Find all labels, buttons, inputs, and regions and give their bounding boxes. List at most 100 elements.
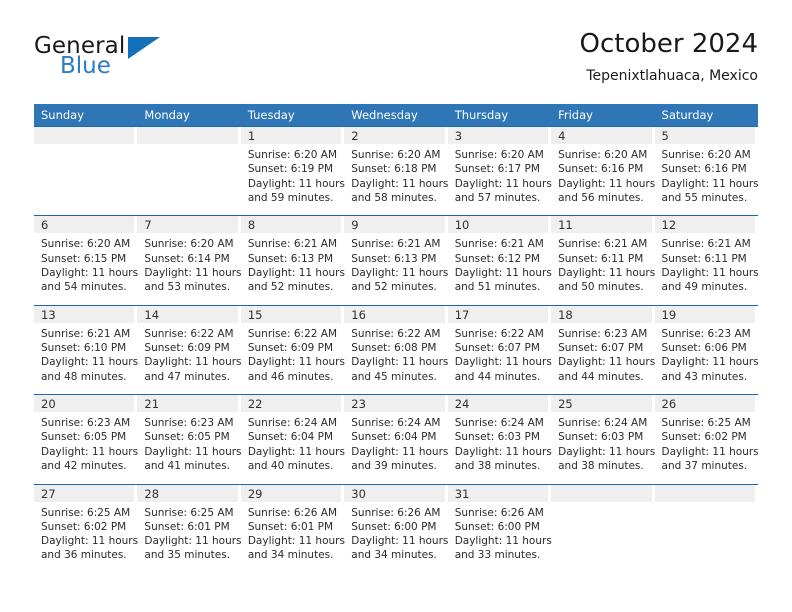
day-detail-line: and 44 minutes. xyxy=(454,370,541,383)
day-detail-line: Sunset: 6:16 PM xyxy=(558,163,644,176)
day-detail-line: Sunrise: 6:22 AM xyxy=(351,327,441,340)
day-cell-14[interactable]: 14 Sunrise: 6:22 AM Sunset: 6:09 PM Dayligh… xyxy=(137,305,242,384)
page-subtitle: Tepenixtlahuaca, Mexico xyxy=(586,68,758,84)
day-detail-line: Sunset: 6:02 PM xyxy=(41,520,127,533)
day-number: 6 xyxy=(41,218,49,233)
day-cell-10[interactable]: 10 Sunrise: 6:21 AM Sunset: 6:12 PM Dayligh… xyxy=(447,216,552,294)
day-detail-line: and 59 minutes. xyxy=(247,191,334,204)
day-cell-20[interactable]: 20 Sunrise: 6:23 AM Sunset: 6:05 PM Dayligh… xyxy=(34,395,139,473)
day-cell-18[interactable]: 18 Sunrise: 6:23 AM Sunset: 6:07 PM Dayligh… xyxy=(551,305,656,384)
day-details: Sunrise: 6:24 AM Sunset: 6:04 PM Daylight:… xyxy=(344,412,449,473)
day-detail-line: Sunset: 6:09 PM xyxy=(144,342,230,355)
day-detail-line: Sunset: 6:01 PM xyxy=(144,520,230,533)
day-cell-2[interactable]: 2 Sunrise: 6:20 AM Sunset: 6:18 PM Daylight… xyxy=(344,127,448,205)
day-detail-line: Sunset: 6:04 PM xyxy=(247,431,334,444)
day-detail-line: Daylight: 11 hours xyxy=(247,445,345,458)
day-cell-24[interactable]: 24 Sunrise: 6:24 AM Sunset: 6:03 PM Dayligh… xyxy=(447,395,552,473)
day-cell-15[interactable]: 15 Sunrise: 6:22 AM Sunset: 6:09 PM Dayligh… xyxy=(240,305,345,384)
day-number-band: 9 xyxy=(344,216,445,234)
day-detail-line: Daylight: 11 hours xyxy=(351,266,449,279)
day-detail-line: Daylight: 11 hours xyxy=(351,356,449,369)
day-number-band: 23 xyxy=(344,395,445,413)
day-detail-line: Sunset: 6:02 PM xyxy=(661,431,747,444)
day-cell-27[interactable]: 27 Sunrise: 6:25 AM Sunset: 6:02 PM Dayligh… xyxy=(34,484,138,563)
day-number: 21 xyxy=(144,397,160,412)
day-detail-line: Daylight: 11 hours xyxy=(351,445,449,458)
day-number: 15 xyxy=(247,307,263,322)
day-detail-line: Daylight: 11 hours xyxy=(661,266,759,279)
calendar-weeks: 1 Sunrise: 6:20 AM Sunset: 6:19 PM Daylight… xyxy=(34,126,759,573)
day-detail-line: Sunset: 6:09 PM xyxy=(247,342,334,355)
day-cell-8[interactable]: 8 Sunrise: 6:21 AM Sunset: 6:13 PM Daylight… xyxy=(240,216,345,294)
day-detail-line: and 55 minutes. xyxy=(661,191,748,204)
day-detail-line: Sunrise: 6:21 AM xyxy=(351,238,441,251)
day-cell-30[interactable]: 30 Sunrise: 6:26 AM Sunset: 6:00 PM Dayligh… xyxy=(344,484,449,563)
day-cell-28[interactable]: 28 Sunrise: 6:25 AM Sunset: 6:01 PM Dayligh… xyxy=(137,484,242,563)
day-detail-line: Sunrise: 6:25 AM xyxy=(661,417,751,430)
day-number-band: 10 xyxy=(447,216,549,234)
day-cell-1[interactable]: 1 Sunrise: 6:20 AM Sunset: 6:19 PM Daylight… xyxy=(240,127,345,205)
day-number: 31 xyxy=(454,486,470,501)
day-number-band: 28 xyxy=(137,484,238,502)
day-cell-19[interactable]: 19 Sunrise: 6:23 AM Sunset: 6:06 PM Dayligh… xyxy=(654,305,759,384)
day-detail-line: Daylight: 11 hours xyxy=(41,266,139,279)
day-detail-line: Sunrise: 6:20 AM xyxy=(351,149,441,161)
day-number-band: 8 xyxy=(240,216,342,234)
day-cell-5[interactable]: 5 Sunrise: 6:20 AM Sunset: 6:16 PM Daylight… xyxy=(654,127,759,205)
day-details: Sunrise: 6:20 AM Sunset: 6:16 PM Daylight:… xyxy=(655,144,759,205)
day-cell-9[interactable]: 9 Sunrise: 6:21 AM Sunset: 6:13 PM Daylight… xyxy=(344,216,449,294)
day-number-band: 12 xyxy=(654,216,755,234)
day-number-band: 7 xyxy=(137,216,238,234)
general-blue-logo[interactable]: General Blue xyxy=(34,34,234,86)
day-cell-17[interactable]: 17 Sunrise: 6:22 AM Sunset: 6:07 PM Dayligh… xyxy=(447,305,552,384)
day-details: Sunrise: 6:22 AM Sunset: 6:09 PM Daylight:… xyxy=(241,323,345,384)
day-detail-line: Sunrise: 6:21 AM xyxy=(558,238,648,251)
day-detail-line: Daylight: 11 hours xyxy=(41,445,139,458)
day-cell-3[interactable]: 3 Sunrise: 6:20 AM Sunset: 6:17 PM Daylight… xyxy=(447,127,552,205)
day-cell-31[interactable]: 31 Sunrise: 6:26 AM Sunset: 6:00 PM Dayligh… xyxy=(447,484,552,563)
day-cell-12[interactable]: 12 Sunrise: 6:21 AM Sunset: 6:11 PM Dayligh… xyxy=(654,216,759,294)
day-cell-29[interactable]: 29 Sunrise: 6:26 AM Sunset: 6:01 PM Dayligh… xyxy=(240,484,345,563)
day-number-band: 24 xyxy=(447,395,549,413)
day-cell-22[interactable]: 22 Sunrise: 6:24 AM Sunset: 6:04 PM Dayligh… xyxy=(240,395,345,473)
day-cell-21[interactable]: 21 Sunrise: 6:23 AM Sunset: 6:05 PM Dayligh… xyxy=(137,395,242,473)
day-cell-4[interactable]: 4 Sunrise: 6:20 AM Sunset: 6:16 PM Daylight… xyxy=(551,127,656,205)
day-number: 28 xyxy=(144,486,160,501)
day-number-band: 21 xyxy=(137,395,238,413)
day-cell-23[interactable]: 23 Sunrise: 6:24 AM Sunset: 6:04 PM Dayligh… xyxy=(344,395,449,473)
day-detail-line: Sunset: 6:10 PM xyxy=(41,342,127,355)
day-cell-11[interactable]: 11 Sunrise: 6:21 AM Sunset: 6:11 PM Dayligh… xyxy=(551,216,655,294)
day-number: 22 xyxy=(247,397,263,412)
day-detail-line: Sunrise: 6:25 AM xyxy=(144,506,234,519)
day-cell-25[interactable]: 25 Sunrise: 6:24 AM Sunset: 6:03 PM Dayligh… xyxy=(551,395,655,473)
day-cell-6[interactable]: 6 Sunrise: 6:20 AM Sunset: 6:15 PM Daylight… xyxy=(34,216,139,294)
day-detail-line: Daylight: 11 hours xyxy=(558,177,656,190)
day-detail-line: Daylight: 11 hours xyxy=(351,535,449,548)
weekday-header-tuesday: Tuesday xyxy=(247,108,295,122)
day-detail-line: Daylight: 11 hours xyxy=(454,535,552,548)
day-detail-line: Sunset: 6:07 PM xyxy=(558,342,644,355)
day-detail-line: Sunrise: 6:25 AM xyxy=(41,506,131,519)
day-number-band xyxy=(34,127,135,144)
day-detail-line: Daylight: 11 hours xyxy=(247,177,345,190)
day-number: 1 xyxy=(247,129,256,143)
day-detail-line: Sunset: 6:13 PM xyxy=(247,252,334,265)
day-detail-line: Sunset: 6:15 PM xyxy=(41,252,127,265)
day-detail-line: Sunrise: 6:23 AM xyxy=(144,417,234,430)
day-detail-line: Daylight: 11 hours xyxy=(661,177,759,190)
weekday-header-saturday: Saturday xyxy=(661,108,714,122)
day-cell-16[interactable]: 16 Sunrise: 6:22 AM Sunset: 6:08 PM Dayligh… xyxy=(344,305,449,384)
day-cell-7[interactable]: 7 Sunrise: 6:20 AM Sunset: 6:14 PM Daylight… xyxy=(137,216,242,294)
day-number: 19 xyxy=(661,307,677,322)
day-detail-line: Daylight: 11 hours xyxy=(661,356,759,369)
day-cell-13[interactable]: 13 Sunrise: 6:21 AM Sunset: 6:10 PM Dayligh… xyxy=(34,305,138,384)
day-number-band: 5 xyxy=(654,127,755,144)
day-number-band: 15 xyxy=(240,305,342,323)
day-detail-line: Daylight: 11 hours xyxy=(558,356,656,369)
day-cell-empty xyxy=(551,484,654,563)
day-cell-26[interactable]: 26 Sunrise: 6:25 AM Sunset: 6:02 PM Dayligh… xyxy=(654,395,759,473)
day-detail-line: and 34 minutes. xyxy=(247,549,334,562)
day-number: 24 xyxy=(454,397,470,412)
day-detail-line: Sunrise: 6:20 AM xyxy=(661,149,751,161)
day-details: Sunrise: 6:21 AM Sunset: 6:10 PM Daylight:… xyxy=(34,323,138,384)
